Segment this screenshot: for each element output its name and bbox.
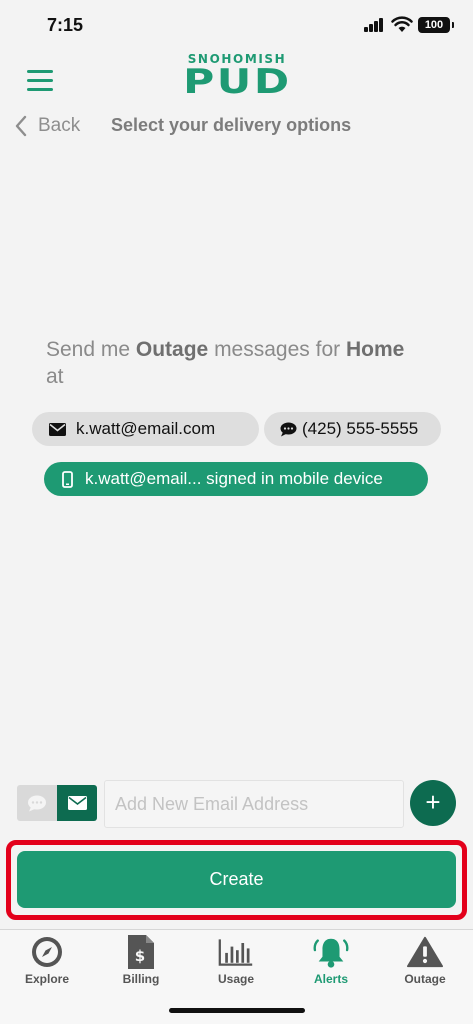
home-indicator	[169, 1008, 305, 1013]
logo-main-text: PUD	[182, 62, 292, 102]
chevron-left-icon	[15, 115, 27, 137]
tab-billing[interactable]: $ Billing	[94, 930, 188, 992]
wifi-icon	[391, 16, 413, 32]
option-email[interactable]: k.watt@email.com	[32, 412, 259, 446]
option-phone-label: (425) 555-5555	[302, 419, 419, 438]
chat-bubble-icon	[280, 422, 297, 437]
option-mobile-label: k.watt@email... signed in mobile device	[85, 469, 383, 488]
tab-outage[interactable]: Outage	[378, 930, 472, 992]
tab-billing-label: Billing	[122, 972, 160, 986]
status-time: 7:15	[47, 15, 84, 35]
page-title: Select your delivery options	[111, 115, 352, 135]
delivery-message: Send me Outage messages for Home at	[46, 336, 436, 390]
status-bar: 7:15 100	[0, 0, 473, 50]
toggle-email[interactable]	[57, 785, 97, 821]
delivery-type-toggle	[17, 785, 97, 821]
envelope-icon	[67, 796, 87, 810]
battery-indicator: 100	[418, 17, 454, 33]
tab-usage[interactable]: Usage	[189, 930, 283, 992]
bar-chart-icon	[218, 934, 254, 970]
tab-alerts[interactable]: Alerts	[284, 930, 378, 992]
warning-icon	[407, 934, 443, 970]
menu-button[interactable]	[27, 70, 53, 92]
tab-alerts-label: Alerts	[313, 972, 348, 986]
message-middle: messages for	[208, 338, 346, 361]
snohomish-pud-logo: SNOHOMISH PUD	[163, 52, 311, 102]
message-suffix: at	[46, 365, 64, 388]
create-button[interactable]: Create	[17, 851, 456, 908]
tab-outage-label: Outage	[404, 972, 446, 986]
envelope-icon	[49, 422, 66, 436]
signal-icon	[364, 18, 384, 32]
back-button[interactable]: Back	[14, 114, 80, 138]
bill-icon: $	[123, 934, 159, 970]
tab-explore[interactable]: Explore	[0, 930, 94, 992]
svg-text:$: $	[135, 947, 145, 965]
add-email-button[interactable]: +	[410, 780, 456, 826]
bell-icon	[313, 934, 349, 970]
new-email-input[interactable]	[104, 780, 404, 828]
location-name: Home	[345, 338, 405, 361]
mobile-device-icon	[62, 470, 73, 488]
message-prefix: Send me	[46, 338, 136, 361]
option-email-label: k.watt@email.com	[76, 419, 216, 438]
compass-icon	[29, 934, 65, 970]
option-mobile-device[interactable]: k.watt@email... signed in mobile device	[44, 462, 428, 496]
alert-type: Outage	[135, 338, 209, 361]
tab-usage-label: Usage	[217, 972, 255, 986]
chat-bubble-icon	[28, 795, 46, 811]
back-label: Back	[38, 115, 81, 136]
option-phone[interactable]: (425) 555-5555	[264, 412, 441, 446]
toggle-text-message[interactable]	[17, 785, 57, 821]
tab-explore-label: Explore	[24, 972, 69, 986]
